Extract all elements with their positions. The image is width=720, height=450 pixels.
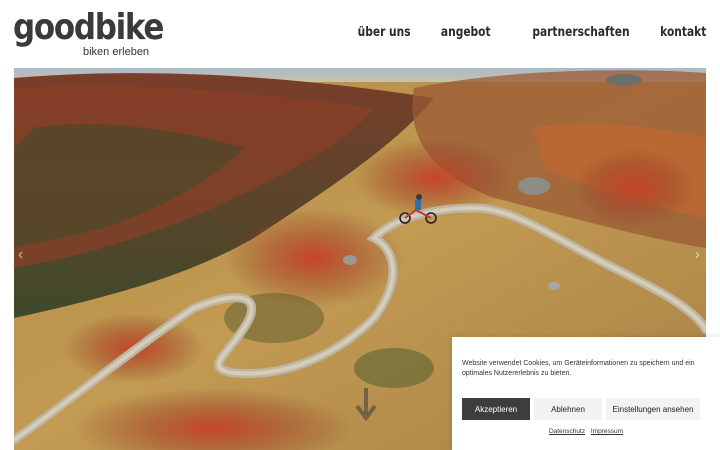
logo-wordmark: goodbike (13, 7, 164, 48)
chevron-left-icon[interactable]: ‹ (18, 246, 23, 264)
chevron-right-icon[interactable]: › (695, 246, 700, 264)
privacy-link[interactable]: Datenschutz (549, 428, 585, 435)
nav-item-ueber-uns[interactable]: über uns (357, 25, 410, 40)
cookie-text: Website verwendet Cookies, um Geräteinfo… (462, 360, 695, 377)
scroll-down-icon[interactable] (354, 386, 378, 422)
imprint-link[interactable]: Impressum (591, 428, 623, 435)
site-header: goodbike biken erleben über uns angebot … (0, 0, 720, 68)
nav-item-partnerschaften[interactable]: partnerschaften (532, 25, 629, 40)
cookie-links: Datenschutz Impressum (452, 428, 720, 435)
logo[interactable]: goodbike biken erleben (13, 7, 188, 59)
logo-tagline: biken erleben (83, 46, 150, 58)
main-nav: über uns angebot partnerschaften kontakt (326, 25, 706, 40)
nav-item-kontakt[interactable]: kontakt (660, 25, 706, 40)
cookie-banner: Website verwendet Cookies, um Geräteinfo… (452, 337, 720, 450)
page: goodbike biken erleben über uns angebot … (0, 0, 720, 450)
deny-cookies-button[interactable]: Ablehnen (534, 398, 602, 420)
accept-cookies-button[interactable]: Akzeptieren (462, 398, 530, 420)
nav-item-angebot[interactable]: angebot (441, 25, 491, 40)
cookie-buttons: Akzeptieren Ablehnen Einstellungen anseh… (462, 398, 700, 420)
cookie-settings-button[interactable]: Einstellungen ansehen (606, 398, 700, 420)
